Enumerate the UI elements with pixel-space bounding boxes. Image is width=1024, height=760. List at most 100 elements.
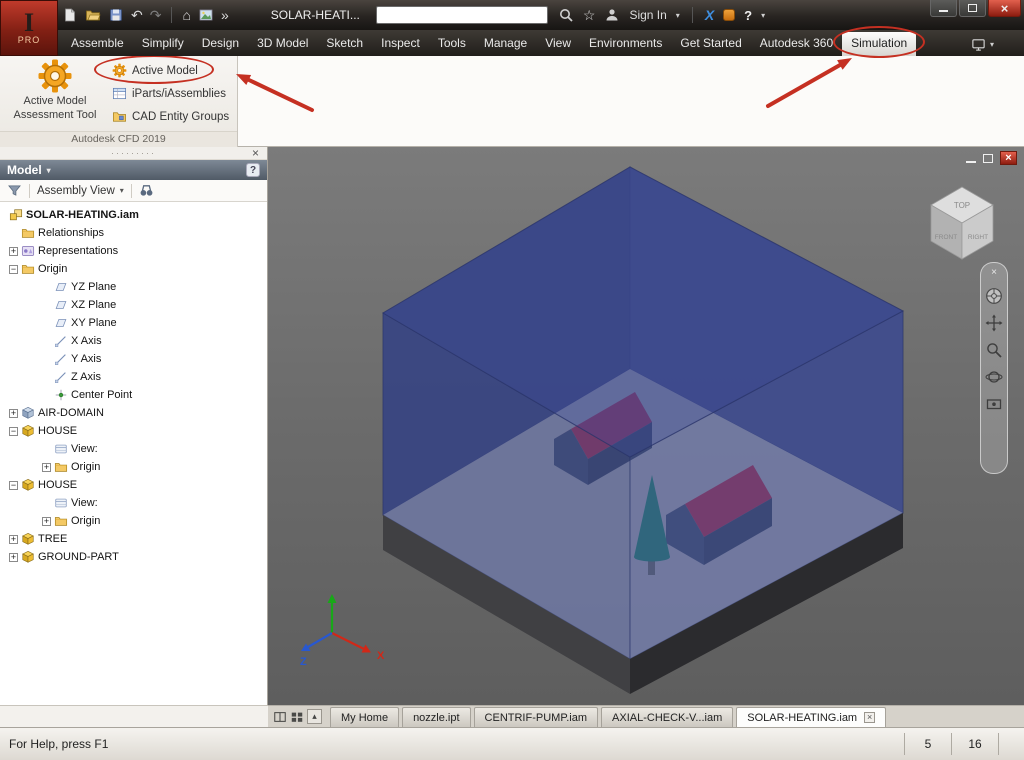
tab-assemble[interactable]: Assemble: [62, 32, 133, 56]
tree-item-ground-part[interactable]: + GROUND-PART: [0, 548, 267, 566]
viewcube[interactable]: TOP FRONT RIGHT: [919, 179, 1005, 265]
orbit-icon[interactable]: [985, 368, 1003, 386]
doc-tab-solar-heating[interactable]: SOLAR-HEATING.iam ×: [736, 707, 886, 727]
app-badge: PRO: [18, 35, 41, 45]
expander-icon[interactable]: +: [42, 517, 51, 526]
expander-icon[interactable]: +: [9, 553, 18, 562]
render-icon[interactable]: [198, 7, 214, 23]
expander-icon[interactable]: +: [9, 409, 18, 418]
collapse-panel-icon[interactable]: ▴: [307, 709, 322, 724]
sign-in-button[interactable]: Sign In: [629, 8, 666, 22]
search-input[interactable]: [376, 6, 548, 24]
tab-inspect[interactable]: Inspect: [372, 32, 429, 56]
navbar-close-icon[interactable]: ×: [991, 268, 997, 278]
open-icon[interactable]: [85, 7, 101, 23]
close-button[interactable]: ×: [988, 0, 1021, 17]
display-icon[interactable]: [971, 37, 986, 52]
help-caret-icon[interactable]: ▾: [761, 11, 765, 20]
expander-icon[interactable]: +: [9, 535, 18, 544]
maximize-button[interactable]: [959, 0, 986, 17]
display-caret-icon[interactable]: ▾: [990, 40, 994, 49]
tree-item-origin[interactable]: − Origin: [0, 260, 267, 278]
tree-item-z-axis[interactable]: Z Axis: [0, 368, 267, 386]
expander-icon[interactable]: +: [9, 247, 18, 256]
tab-get-started[interactable]: Get Started: [671, 32, 750, 56]
browser-grip[interactable]: ········· ×: [0, 147, 267, 160]
active-model-button[interactable]: Active Model: [106, 59, 236, 82]
tab-autodesk-360[interactable]: Autodesk 360: [751, 32, 842, 56]
zoom-icon[interactable]: [985, 341, 1003, 359]
tree-item-x-axis[interactable]: X Axis: [0, 332, 267, 350]
cad-entity-groups-button[interactable]: CAD Entity Groups: [106, 105, 236, 128]
notification-icon[interactable]: [723, 9, 735, 21]
tab-view[interactable]: View: [536, 32, 580, 56]
undo-icon[interactable]: ↶: [131, 7, 143, 23]
tab-simplify[interactable]: Simplify: [133, 32, 193, 56]
split-panes-icon[interactable]: [273, 710, 287, 724]
viewport-minimize-button[interactable]: [966, 161, 976, 163]
help-icon[interactable]: ?: [744, 8, 752, 23]
doc-tab-axial-check[interactable]: AXIAL-CHECK-V...iam: [601, 707, 733, 727]
user-icon[interactable]: [604, 7, 620, 23]
pan-icon[interactable]: [985, 314, 1003, 332]
gear-icon: [112, 63, 127, 78]
tree-item-house-1[interactable]: − HOUSE: [0, 422, 267, 440]
browser-header[interactable]: Model ▾ ?: [0, 160, 267, 180]
tree-item-tree[interactable]: + TREE: [0, 530, 267, 548]
find-icon[interactable]: [139, 183, 154, 198]
tree-item-representations[interactable]: + Representations: [0, 242, 267, 260]
iparts-iassemblies-button[interactable]: iParts/iAssemblies: [106, 82, 236, 105]
filter-icon[interactable]: [7, 183, 22, 198]
tree-item-xz-plane[interactable]: XZ Plane: [0, 296, 267, 314]
favorites-star-icon[interactable]: ☆: [583, 7, 596, 23]
navigation-wheel-icon[interactable]: [985, 287, 1003, 305]
tree-item-house-2[interactable]: − HOUSE: [0, 476, 267, 494]
tab-3d-model[interactable]: 3D Model: [248, 32, 317, 56]
tree-item-yz-plane[interactable]: YZ Plane: [0, 278, 267, 296]
tab-sketch[interactable]: Sketch: [317, 32, 372, 56]
viewport-restore-button[interactable]: [983, 154, 993, 163]
tree-item-center-point[interactable]: Center Point: [0, 386, 267, 404]
expand-toolbar-icon[interactable]: »: [221, 7, 229, 23]
tab-tools[interactable]: Tools: [429, 32, 475, 56]
view-mode-selector[interactable]: Assembly View ▾: [37, 185, 124, 197]
tree-item-house2-view[interactable]: View:: [0, 494, 267, 512]
tab-simulation[interactable]: Simulation: [842, 32, 916, 56]
app-button[interactable]: I PRO: [0, 0, 58, 56]
redo-icon[interactable]: ↷: [150, 7, 162, 23]
minimize-button[interactable]: [930, 0, 957, 17]
doc-tab-centrif-pump[interactable]: CENTRIF-PUMP.iam: [474, 707, 598, 727]
tree-item-house2-origin[interactable]: + Origin: [0, 512, 267, 530]
grid-view-icon[interactable]: [290, 710, 304, 724]
assessment-tool-button[interactable]: Active Model Assessment Tool: [4, 58, 106, 128]
new-document-icon[interactable]: [62, 7, 78, 23]
browser-help-icon[interactable]: ?: [246, 163, 260, 177]
browser-caret-icon[interactable]: ▾: [47, 166, 51, 175]
sign-in-caret-icon[interactable]: ▾: [676, 11, 680, 20]
expander-icon[interactable]: −: [9, 481, 18, 490]
exchange-apps-icon[interactable]: X: [705, 7, 714, 23]
tree-item-xy-plane[interactable]: XY Plane: [0, 314, 267, 332]
tab-design[interactable]: Design: [193, 32, 248, 56]
tree-item-air-domain[interactable]: + AIR-DOMAIN: [0, 404, 267, 422]
doc-tab-nozzle[interactable]: nozzle.ipt: [402, 707, 470, 727]
tree-item-y-axis[interactable]: Y Axis: [0, 350, 267, 368]
browser-close-icon[interactable]: ×: [252, 146, 261, 160]
expander-icon[interactable]: −: [9, 265, 18, 274]
viewport-close-button[interactable]: ×: [1000, 151, 1017, 165]
tab-close-icon[interactable]: ×: [864, 712, 875, 723]
expander-icon[interactable]: +: [42, 463, 51, 472]
tab-environments[interactable]: Environments: [580, 32, 671, 56]
doc-tab-my-home[interactable]: My Home: [330, 707, 399, 727]
tree-item-solar-heating[interactable]: SOLAR-HEATING.iam: [0, 206, 267, 224]
active-model-label: Active Model: [132, 65, 198, 77]
home-icon[interactable]: ⌂: [182, 7, 190, 23]
look-at-icon[interactable]: [985, 395, 1003, 413]
tree-item-relationships[interactable]: Relationships: [0, 224, 267, 242]
tree-item-house1-origin[interactable]: + Origin: [0, 458, 267, 476]
tab-manage[interactable]: Manage: [475, 32, 536, 56]
expander-icon[interactable]: −: [9, 427, 18, 436]
tree-item-house1-view[interactable]: View:: [0, 440, 267, 458]
search-icon[interactable]: [558, 7, 574, 23]
save-icon[interactable]: [108, 7, 124, 23]
